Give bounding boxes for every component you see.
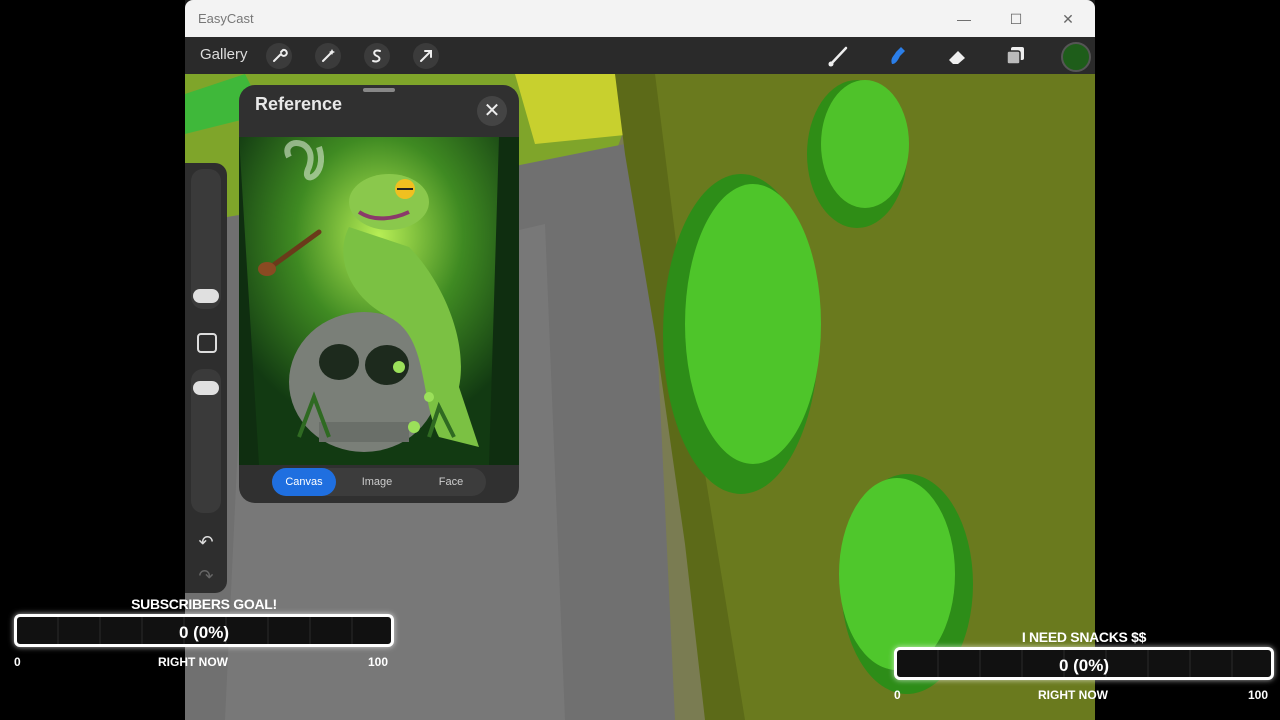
goal-max: 100 [1247,688,1268,702]
drag-handle[interactable] [363,88,395,92]
brush-sidebar: ↶ ↷ [185,163,227,593]
magic-wand-icon[interactable] [315,43,341,69]
tab-face[interactable]: Face [419,468,483,496]
subscribers-goal-widget: SUBSCRIBERS GOAL! 0 (0%) 0 RIGHT NOW 100 [14,594,394,674]
transform-arrow-icon[interactable] [413,43,439,69]
modify-button[interactable] [197,333,217,353]
color-picker-button[interactable] [1061,42,1091,72]
layers-icon[interactable] [1002,42,1030,70]
reference-image [239,137,519,465]
goal-title: I NEED SNACKS $$ [1021,629,1147,645]
close-reference-button[interactable]: ✕ [477,96,507,126]
window-title: EasyCast [198,11,254,26]
close-window-button[interactable]: ✕ [1057,8,1079,30]
snacks-goal-widget: I NEED SNACKS $$ 0 (0%) 0 RIGHT NOW 100 [894,627,1274,707]
gallery-button[interactable]: Gallery [200,46,248,63]
reference-title: Reference [255,94,343,114]
title-bar: EasyCast — ☐ ✕ [185,0,1095,37]
reference-mode-tabs: Canvas Image Face [272,468,486,496]
goal-title: SUBSCRIBERS GOAL! [131,596,277,612]
goal-value: 0 (0%) [178,623,230,642]
brush-icon[interactable] [825,42,853,70]
maximize-button[interactable]: ☐ [1005,8,1027,30]
selection-icon[interactable] [364,43,390,69]
eraser-icon[interactable] [943,42,971,70]
goal-value: 0 (0%) [1058,656,1110,675]
brush-size-handle[interactable] [193,289,219,303]
minimize-button[interactable]: — [953,8,975,30]
goal-max: 100 [367,655,388,669]
goal-caption: RIGHT NOW [158,655,228,669]
procreate-toolbar: Gallery [185,37,1095,74]
opacity-handle[interactable] [193,381,219,395]
wrench-icon[interactable] [266,43,292,69]
redo-icon[interactable]: ↷ [195,565,217,587]
undo-icon[interactable]: ↶ [195,531,217,553]
tab-image[interactable]: Image [345,468,409,496]
tab-canvas[interactable]: Canvas [272,468,336,496]
brush-size-slider[interactable] [191,169,221,309]
smudge-icon[interactable] [884,42,912,70]
goal-caption: RIGHT NOW [1038,688,1108,702]
reference-panel: Reference ✕ Canvas Image Face [239,85,519,503]
